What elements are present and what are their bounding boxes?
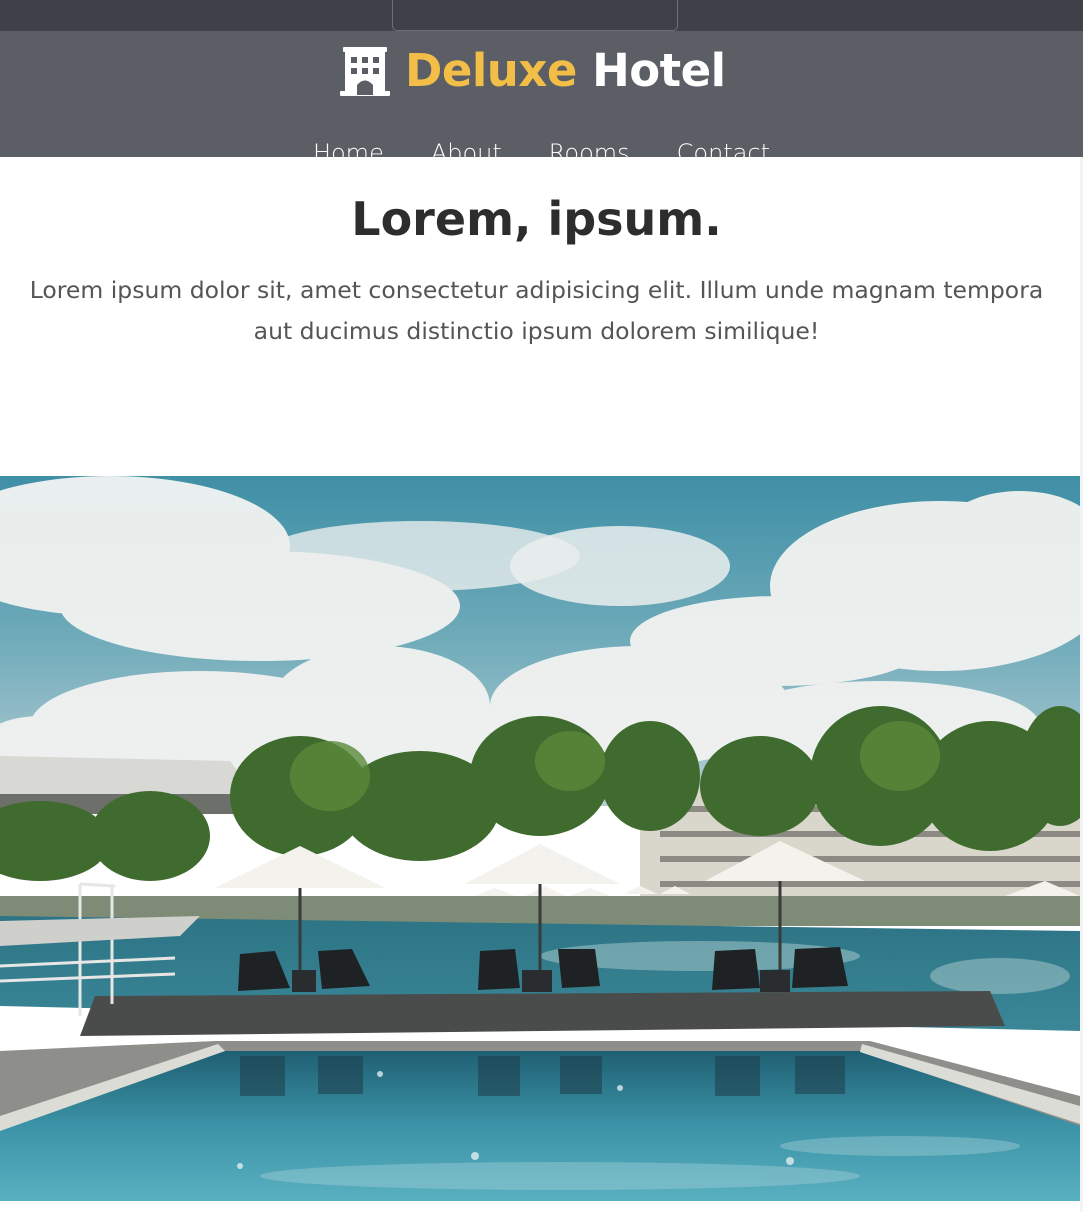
hotel-pool-hero-image xyxy=(0,476,1080,1201)
brand-accent-word: Deluxe xyxy=(405,44,577,97)
intro-text: Lorem ipsum dolor sit, amet consectetur … xyxy=(29,276,1044,345)
top-tab-outline xyxy=(392,0,678,31)
site-header: Deluxe Hotel Home About Rooms Contact xyxy=(0,31,1083,167)
browser-top-strip xyxy=(0,0,1083,31)
intro-title: Lorem, ipsum. xyxy=(351,192,722,246)
brand-name: Deluxe Hotel xyxy=(405,41,726,101)
hotel-building-icon xyxy=(340,47,390,96)
nav-home-link[interactable]: Home xyxy=(313,135,384,171)
nav-contact-link[interactable]: Contact xyxy=(677,135,770,171)
brand-logo[interactable]: Deluxe Hotel xyxy=(339,41,726,101)
nav-rooms-link[interactable]: Rooms xyxy=(549,135,630,171)
nav-about-link[interactable]: About xyxy=(431,135,502,171)
main-nav: Home About Rooms Contact xyxy=(0,135,1083,171)
hero-illustration xyxy=(0,476,1080,1201)
brand-main-word: Hotel xyxy=(592,44,726,97)
